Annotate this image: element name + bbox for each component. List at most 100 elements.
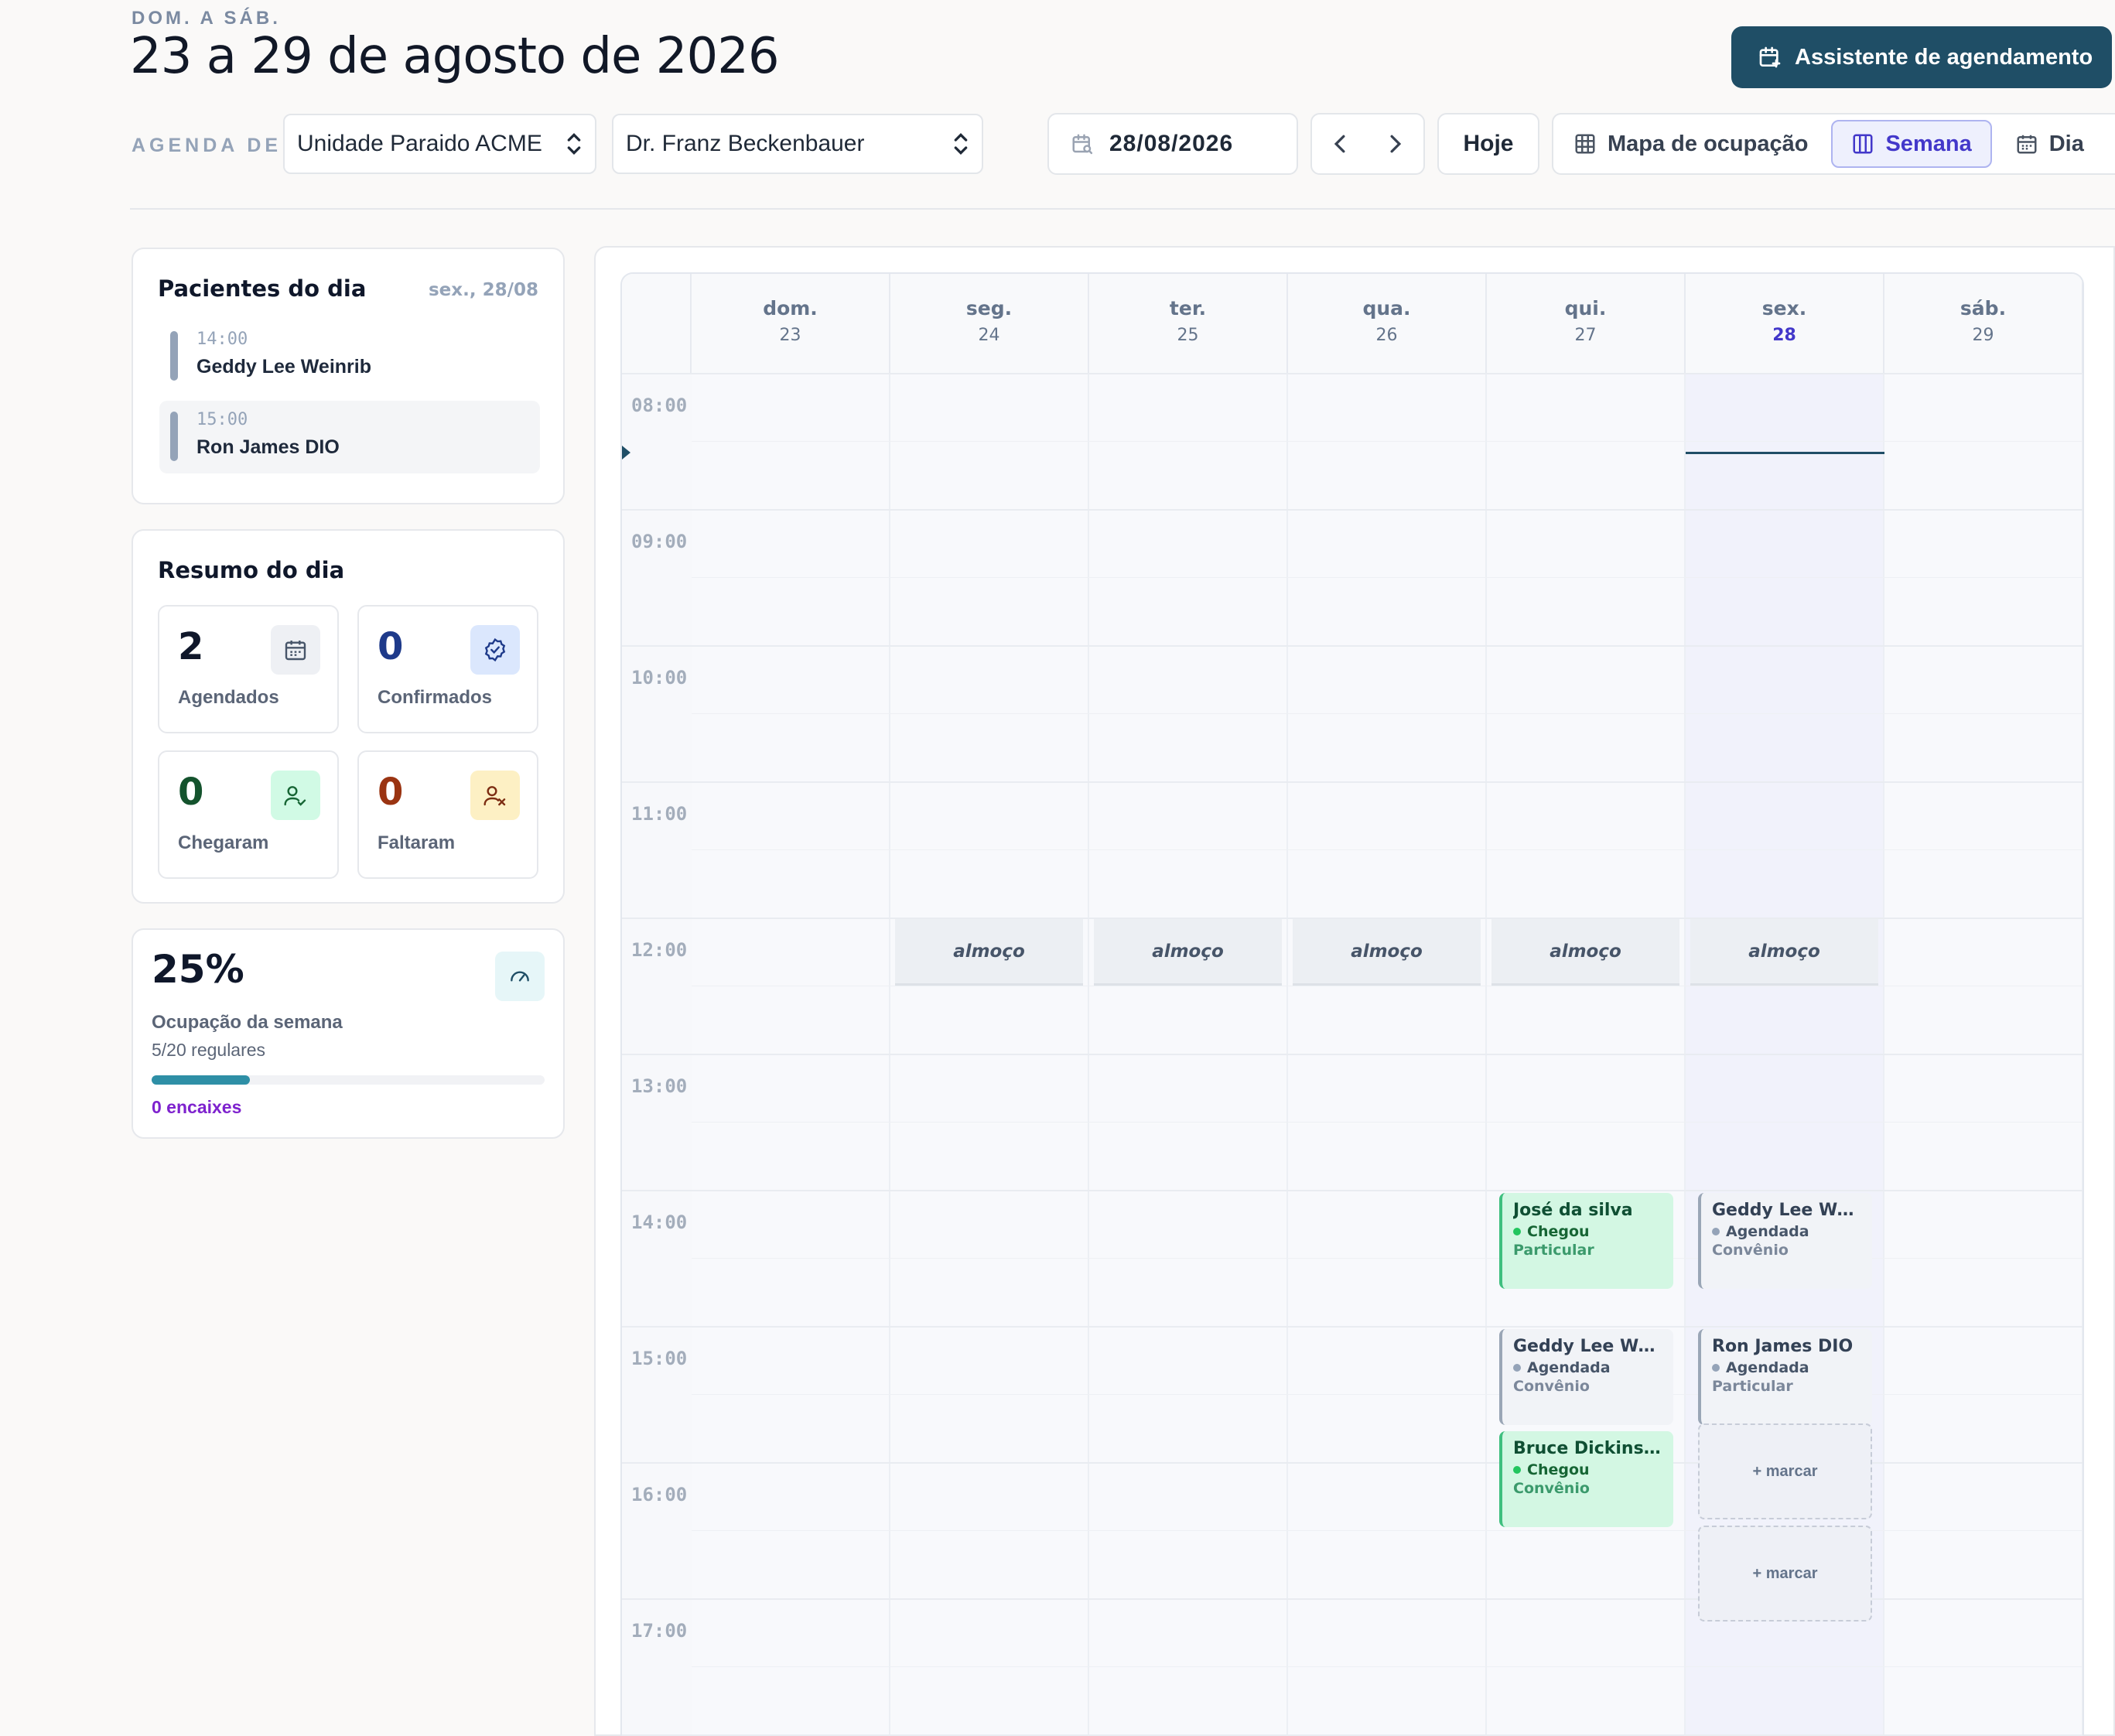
stat-value: 0: [378, 625, 404, 668]
stat-label: Agendados: [178, 687, 279, 708]
day-header[interactable]: sáb. 29: [1884, 274, 2083, 373]
next-week-button[interactable]: [1379, 126, 1412, 162]
view-day-label: Dia: [2048, 131, 2084, 156]
day-header[interactable]: qua. 26: [1288, 274, 1487, 373]
view-occupancy-map[interactable]: Mapa de ocupação: [1553, 132, 1828, 157]
appointment-card[interactable]: Geddy Lee Weinrib Agendada Convênio: [1698, 1193, 1872, 1289]
doctor-select-value: Dr. Franz Beckenbauer: [626, 131, 865, 156]
hour-line: [622, 373, 2083, 374]
occupancy-fits: 0 encaixes: [152, 1097, 242, 1117]
occupancy-regular: 5/20 regulares: [152, 1040, 266, 1060]
today-button[interactable]: Hoje: [1437, 113, 1539, 175]
stat-confirmed: 0 Confirmados: [357, 605, 538, 733]
day-header[interactable]: sex. 28: [1686, 274, 1884, 373]
view-week[interactable]: Semana: [1831, 120, 1992, 168]
hour-label: 12:00: [631, 939, 688, 961]
appointment-patient-name: José da silva: [1513, 1201, 1633, 1220]
day-header[interactable]: qui. 27: [1487, 274, 1686, 373]
hour-label: 11:00: [631, 803, 688, 825]
lunch-block: almoço: [1293, 919, 1481, 986]
patient-item[interactable]: 15:00 Ron James DIO: [159, 401, 540, 473]
hour-label: 16:00: [631, 1484, 688, 1505]
hour-line: [622, 645, 2083, 647]
patient-status-bar: [170, 331, 178, 381]
lunch-block: almoço: [895, 919, 1083, 986]
hour-label: 15:00: [631, 1348, 688, 1369]
date-picker[interactable]: 28/08/2026: [1047, 113, 1298, 175]
doctor-select[interactable]: Dr. Franz Beckenbauer: [612, 114, 983, 174]
time-column-header: [622, 274, 692, 373]
half-hour-line: [692, 1530, 2083, 1531]
status-dot: [1712, 1228, 1720, 1235]
patient-name: Ron James DIO: [196, 436, 340, 458]
week-occupancy-card: 25% Ocupação da semana 5/20 regulares 0 …: [132, 928, 565, 1139]
appointment-card[interactable]: Ron James DIO Agendada Particular: [1698, 1329, 1872, 1425]
current-time-line: [1686, 451, 1884, 454]
day-date: 24: [978, 326, 1000, 345]
appointment-payment-type: Particular: [1513, 1242, 1594, 1259]
lunch-block: almoço: [1094, 919, 1282, 986]
patient-status-bar: [170, 412, 178, 461]
open-slot-button[interactable]: + marcar: [1698, 1423, 1872, 1519]
day-date: 29: [1972, 326, 1994, 345]
half-hour-line: [692, 577, 2083, 578]
hour-line: [622, 781, 2083, 783]
half-hour-line: [692, 1394, 2083, 1395]
status-label: Chegou: [1527, 1223, 1590, 1240]
open-slot-button[interactable]: + marcar: [1698, 1526, 1872, 1622]
summary-card-title: Resumo do dia: [158, 557, 345, 583]
day-summary-card: Resumo do dia 2 Agendados 0 Confirmados …: [132, 529, 565, 904]
page-title: 23 a 29 de agosto de 2026: [130, 28, 780, 85]
gauge-icon: [495, 952, 545, 1001]
day-name: sáb.: [1960, 297, 2007, 320]
appointment-status: Agendada: [1712, 1223, 1863, 1240]
day-name: seg.: [965, 297, 1013, 320]
day-header[interactable]: ter. 25: [1089, 274, 1288, 373]
hour-line: [622, 509, 2083, 511]
appointment-payment-type: Convênio: [1513, 1480, 1590, 1497]
appointment-payment-type: Particular: [1712, 1378, 1793, 1395]
chevron-updown-icon: [954, 132, 968, 155]
stat-scheduled: 2 Agendados: [158, 605, 339, 733]
scheduling-assistant-button[interactable]: Assistente de agendamento: [1731, 26, 2112, 88]
patient-time: 15:00: [196, 410, 248, 429]
hour-label: 09:00: [631, 531, 688, 552]
appointment-card[interactable]: Bruce Dickinson Chegou Convênio: [1499, 1431, 1673, 1527]
status-dot: [1513, 1228, 1521, 1235]
day-name: ter.: [1169, 297, 1207, 320]
current-time-marker: [622, 445, 630, 460]
patients-card-date: sex., 28/08: [428, 280, 538, 300]
day-name: dom.: [763, 297, 818, 320]
stat-label: Confirmados: [378, 687, 493, 708]
occupancy-progress-fill: [152, 1075, 250, 1085]
lunch-block: almoço: [1491, 919, 1679, 986]
appointment-patient-name: Geddy Lee Weinrib: [1513, 1337, 1664, 1356]
appointment-payment-type: Convênio: [1513, 1378, 1590, 1395]
previous-week-button[interactable]: [1324, 126, 1356, 162]
patient-time: 14:00: [196, 330, 248, 349]
view-day[interactable]: Dia: [1992, 132, 2084, 157]
appointment-card[interactable]: Geddy Lee Weinrib Agendada Convênio: [1499, 1329, 1673, 1425]
day-header[interactable]: seg. 24: [890, 274, 1089, 373]
scheduling-assistant-label: Assistente de agendamento: [1795, 44, 2093, 70]
user-x-icon: [470, 771, 520, 820]
appointment-card[interactable]: José da silva Chegou Particular: [1499, 1193, 1673, 1289]
chevron-updown-icon: [567, 132, 581, 155]
toolbar-divider: [130, 208, 2115, 210]
appointment-status: Chegou: [1513, 1223, 1664, 1240]
patient-item[interactable]: 14:00 Geddy Lee Weinrib: [159, 320, 540, 393]
chevron-right-icon: [1390, 135, 1402, 153]
stat-arrived: 0 Chegaram: [158, 750, 339, 879]
patients-card-title: Pacientes do dia: [158, 275, 367, 302]
patient-name: Geddy Lee Weinrib: [196, 356, 371, 378]
stat-value: 0: [378, 771, 404, 814]
day-date: 27: [1574, 326, 1597, 345]
calendar-search-icon: [1072, 134, 1093, 155]
unit-select-value: Unidade Paraido ACME: [297, 131, 542, 156]
occupancy-percent: 25%: [152, 947, 244, 992]
half-hour-line: [692, 441, 2083, 442]
status-dot: [1513, 1364, 1521, 1372]
day-header[interactable]: dom. 23: [692, 274, 890, 373]
unit-select[interactable]: Unidade Paraido ACME: [283, 114, 596, 174]
grid-icon: [1575, 134, 1595, 154]
